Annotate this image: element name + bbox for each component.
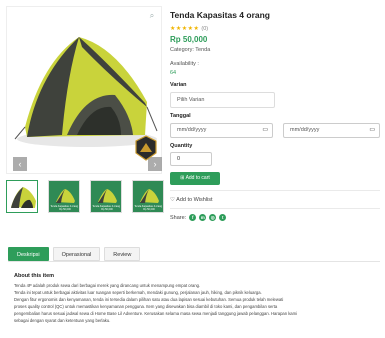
tab-deskripsi[interactable]: Deskripsi bbox=[8, 247, 49, 261]
rating-stars: ★★★★★ (0) bbox=[170, 25, 208, 32]
divider bbox=[170, 190, 380, 191]
thumbnail-strip: Tenda Kapasitas 4 orang · Rp 50,000 Tend… bbox=[6, 180, 166, 214]
tab-operasional[interactable]: Operasional bbox=[52, 247, 101, 261]
variant-select[interactable]: Pilih Varian bbox=[170, 92, 275, 108]
thumbnail-caption: Tenda Kapasitas 4 orang · Rp 50,000 bbox=[134, 205, 164, 211]
rating-count: (0) bbox=[201, 26, 209, 32]
star-icons: ★★★★★ bbox=[170, 26, 200, 32]
product-tabs: Deskripsi Operasional Review bbox=[8, 247, 141, 261]
description-line: proses quality control (QC) untuk memast… bbox=[14, 304, 278, 309]
chevron-left-icon[interactable]: ‹ bbox=[13, 157, 27, 171]
product-image-gallery[interactable]: ⌕ ‹ › bbox=[6, 6, 162, 174]
twitter-icon[interactable]: t bbox=[219, 214, 227, 221]
availability-value: 64 bbox=[170, 70, 177, 76]
messenger-icon[interactable]: m bbox=[199, 214, 207, 221]
brand-logo bbox=[135, 135, 157, 161]
thumbnail-1[interactable] bbox=[6, 180, 38, 213]
product-price: Rp 50,000 bbox=[170, 35, 208, 44]
description-line: Tenda 4P adalah produk sewa dari berbaga… bbox=[14, 283, 201, 288]
add-to-cart-button[interactable]: ⊞ Add to cart bbox=[170, 172, 220, 185]
quantity-label: Quantity bbox=[170, 143, 193, 149]
variant-select-value: Pilih Varian bbox=[177, 97, 205, 103]
start-date-placeholder: mm/dd/yyyy bbox=[177, 127, 207, 133]
product-category: Category: Tenda bbox=[170, 47, 211, 53]
add-to-cart-label: Add to cart bbox=[185, 175, 210, 181]
wishlist-link[interactable]: ♡ Add to Wishlist bbox=[170, 197, 213, 203]
quantity-input[interactable]: 0 bbox=[170, 152, 212, 166]
product-title: Tenda Kapasitas 4 orang bbox=[170, 10, 270, 20]
divider bbox=[170, 208, 380, 209]
thumbnail-2[interactable]: Tenda Kapasitas 4 orang · Rp 50,000 bbox=[48, 180, 80, 213]
zoom-icon[interactable]: ⌕ bbox=[147, 11, 157, 21]
variant-label: Varian bbox=[170, 82, 187, 88]
calendar-icon[interactable]: ▭ bbox=[369, 124, 375, 137]
instagram-icon[interactable]: ◎ bbox=[209, 214, 217, 221]
thumbnail-4[interactable]: Tenda Kapasitas 4 orang · Rp 50,000 bbox=[132, 180, 164, 213]
tab-review[interactable]: Review bbox=[104, 247, 141, 261]
start-date-input[interactable]: mm/dd/yyyy ▭ bbox=[170, 123, 273, 138]
description-heading: About this item bbox=[14, 273, 55, 279]
calendar-icon[interactable]: ▭ bbox=[262, 124, 268, 137]
date-label: Tanggal bbox=[170, 113, 191, 119]
description-line: Tenda ini tepat untuk berbagai aktivitas… bbox=[14, 290, 262, 295]
description-line: sebagai dengan syarat dan ketentuan yang… bbox=[14, 318, 111, 323]
availability-label: Availability : bbox=[170, 61, 199, 67]
share-bar: Share: f m ◎ t bbox=[170, 214, 227, 221]
thumbnail-caption: Tenda Kapasitas 4 orang · Rp 50,000 bbox=[92, 205, 122, 211]
facebook-icon[interactable]: f bbox=[189, 214, 197, 221]
thumbnail-3[interactable]: Tenda Kapasitas 4 orang · Rp 50,000 bbox=[90, 180, 122, 213]
description-line: Dengan fitur ergonomis dan kenyamanan, t… bbox=[14, 297, 284, 302]
share-label: Share: bbox=[170, 214, 187, 221]
wishlist-label: Add to Wishlist bbox=[176, 197, 213, 203]
end-date-input[interactable]: mm/dd/yyyy ▭ bbox=[283, 123, 380, 138]
end-date-placeholder: mm/dd/yyyy bbox=[290, 127, 320, 133]
thumbnail-caption: Tenda Kapasitas 4 orang · Rp 50,000 bbox=[50, 205, 80, 211]
tab-underline bbox=[8, 261, 380, 262]
tent-thumbnail-image bbox=[11, 187, 36, 208]
description-line: pengembalian harus sesuai jadwal sewa di… bbox=[14, 311, 298, 316]
